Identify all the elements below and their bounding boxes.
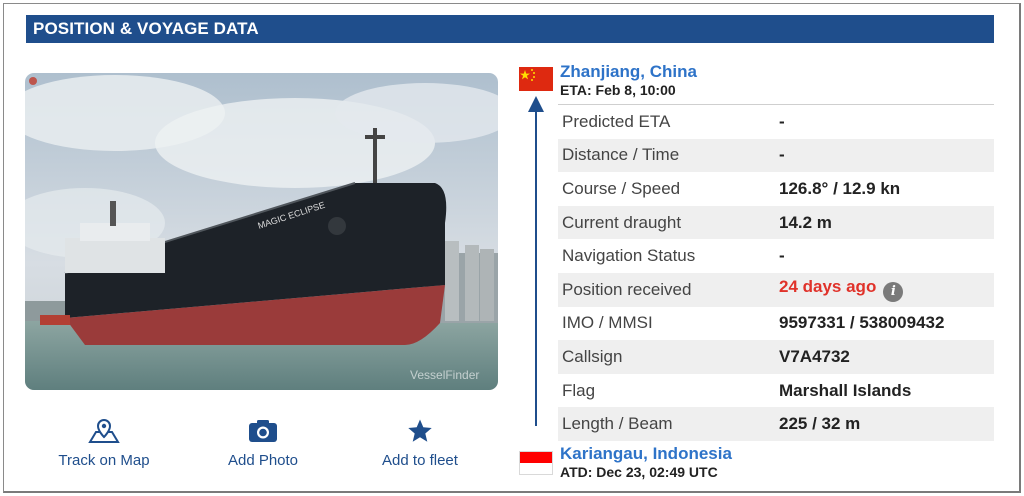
route-arrow-icon	[528, 96, 544, 112]
row-value: 14.2 m	[779, 212, 832, 232]
map-pin-icon	[88, 418, 120, 443]
star-icon	[408, 419, 432, 442]
section-header: POSITION & VOYAGE DATA	[26, 15, 994, 43]
table-row: Navigation Status -	[558, 239, 994, 273]
position-received-value: 24 days ago	[779, 277, 877, 297]
table-row: Flag Marshall Islands	[558, 374, 994, 408]
row-value: Marshall Islands	[779, 380, 912, 400]
origin-atd: ATD: Dec 23, 02:49 UTC	[560, 464, 718, 480]
destination-port: Zhanjiang, China ETA: Feb 8, 10:00	[560, 62, 697, 99]
vessel-photo-image: MAGIC ECLIPSE VesselFinder	[25, 73, 498, 390]
table-row: Current draught 14.2 m	[558, 205, 994, 240]
row-label: Flag	[562, 380, 596, 400]
track-on-map-label: Track on Map	[58, 452, 150, 469]
row-label: Length / Beam	[562, 414, 673, 434]
add-to-fleet-label: Add to fleet	[382, 452, 458, 469]
vessel-actions: Track on Map Add Photo Add to fleet	[25, 418, 498, 473]
row-label: IMO / MMSI	[562, 313, 653, 333]
origin-port: Kariangau, Indonesia ATD: Dec 23, 02:49 …	[560, 444, 732, 481]
row-value: -	[779, 111, 785, 131]
add-photo-button[interactable]: Add Photo	[215, 418, 311, 470]
row-value: 126.8° / 12.9 kn	[779, 178, 901, 198]
photo-watermark: VesselFinder	[410, 368, 479, 382]
row-label: Position received	[562, 279, 692, 299]
add-photo-label: Add Photo	[227, 452, 299, 469]
row-label: Course / Speed	[562, 178, 681, 198]
row-value: 9597331 / 538009432	[779, 313, 945, 333]
destination-port-link[interactable]: Zhanjiang, China	[560, 62, 697, 81]
row-value-position-received: 24 days ago i	[779, 277, 994, 303]
origin-port-link[interactable]: Kariangau, Indonesia	[560, 444, 732, 463]
table-row: Distance / Time -	[558, 138, 994, 173]
row-value: 225 / 32 m	[779, 414, 861, 434]
table-row: Predicted ETA -	[558, 105, 994, 139]
table-row: Position received 24 days ago i	[558, 272, 994, 307]
row-label: Predicted ETA	[562, 111, 671, 131]
row-label: Callsign	[562, 346, 623, 366]
route-line	[535, 104, 537, 426]
indonesia-flag-icon	[519, 451, 553, 475]
row-value: -	[779, 145, 785, 165]
row-label: Navigation Status	[562, 246, 696, 266]
destination-eta: ETA: Feb 8, 10:00	[560, 82, 676, 98]
china-flag-icon	[519, 67, 553, 91]
table-row: Length / Beam 225 / 32 m	[558, 407, 994, 441]
table-row: IMO / MMSI 9597331 / 538009432	[558, 307, 994, 341]
row-value: -	[779, 246, 785, 266]
row-label: Distance / Time	[562, 145, 680, 165]
camera-icon	[249, 420, 277, 442]
section-title: POSITION & VOYAGE DATA	[33, 19, 259, 38]
table-row: Callsign V7A4732	[558, 340, 994, 374]
voyage-details-table: Predicted ETA - Distance / Time - Course…	[558, 105, 994, 441]
vessel-photo[interactable]: MAGIC ECLIPSE VesselFinder	[25, 73, 498, 390]
info-icon[interactable]: i	[883, 282, 904, 303]
track-on-map-button[interactable]: Track on Map	[50, 418, 158, 470]
row-label: Current draught	[562, 212, 682, 232]
row-value: V7A4732	[779, 346, 850, 366]
add-to-fleet-button[interactable]: Add to fleet	[375, 418, 465, 470]
table-row: Course / Speed 126.8° / 12.9 kn	[558, 172, 994, 206]
